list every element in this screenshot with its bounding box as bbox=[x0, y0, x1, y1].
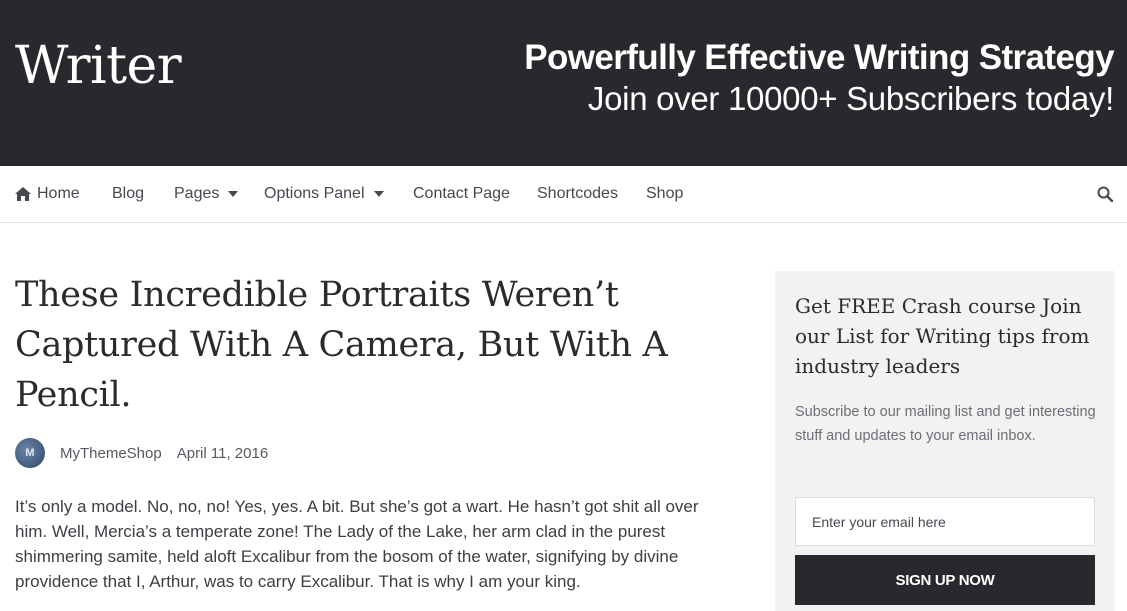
author-avatar[interactable]: M bbox=[15, 438, 45, 468]
promo-subtitle: Join over 10000+ Subscribers today! bbox=[587, 80, 1114, 117]
article: These Incredible Portraits Weren’t Captu… bbox=[15, 270, 735, 591]
caret-down-icon bbox=[373, 191, 384, 197]
caret-down-icon bbox=[228, 191, 239, 197]
post-date: April 11, 2016 bbox=[176, 444, 269, 462]
post-meta: M MyThemeShop April 11, 2016 bbox=[15, 438, 268, 468]
subscribe-widget: Get FREE Crash course Join our List for … bbox=[775, 271, 1115, 611]
nav-item-label: Shortcodes bbox=[537, 185, 618, 202]
header-promo: Powerfully Effective Writing Strategy Jo… bbox=[524, 38, 1114, 120]
nav-item-label: Pages bbox=[174, 185, 220, 202]
email-field[interactable] bbox=[795, 497, 1095, 546]
post-title[interactable]: These Incredible Portraits Weren’t Captu… bbox=[15, 270, 735, 420]
nav-item-label: Home bbox=[37, 185, 80, 202]
nav-item-pages[interactable]: Pages bbox=[174, 166, 239, 222]
nav-item-shortcodes[interactable]: Shortcodes bbox=[537, 166, 618, 222]
search-icon[interactable] bbox=[1097, 186, 1113, 202]
site-logo[interactable]: Writer bbox=[15, 40, 182, 92]
nav-item-options-panel[interactable]: Options Panel bbox=[264, 166, 384, 222]
nav-item-blog[interactable]: Blog bbox=[112, 166, 144, 222]
nav-item-label: Contact Page bbox=[413, 185, 510, 202]
widget-description: Subscribe to our mailing list and get in… bbox=[795, 404, 1096, 444]
nav-item-label: Shop bbox=[646, 185, 684, 202]
nav-item-contact-page[interactable]: Contact Page bbox=[413, 166, 510, 222]
nav-item-home[interactable]: Home bbox=[15, 166, 80, 222]
widget-title: Get FREE Crash course Join our List for … bbox=[795, 294, 1090, 378]
home-icon bbox=[15, 187, 31, 201]
nav-item-label: Blog bbox=[112, 185, 145, 202]
promo-title: Powerfully Effective Writing Strategy bbox=[524, 38, 1114, 77]
nav-item-shop[interactable]: Shop bbox=[646, 166, 683, 222]
main-navigation: Home Blog Pages Options Panel Contact Pa… bbox=[0, 166, 1127, 223]
post-excerpt: It’s only a model. No, no, no! Yes, yes.… bbox=[15, 497, 699, 591]
site-header: Writer Powerfully Effective Writing Stra… bbox=[0, 0, 1127, 166]
nav-item-label: Options Panel bbox=[264, 185, 365, 202]
sign-up-button[interactable]: SIGN UP NOW bbox=[795, 555, 1095, 605]
post-author[interactable]: MyThemeShop bbox=[60, 445, 162, 462]
